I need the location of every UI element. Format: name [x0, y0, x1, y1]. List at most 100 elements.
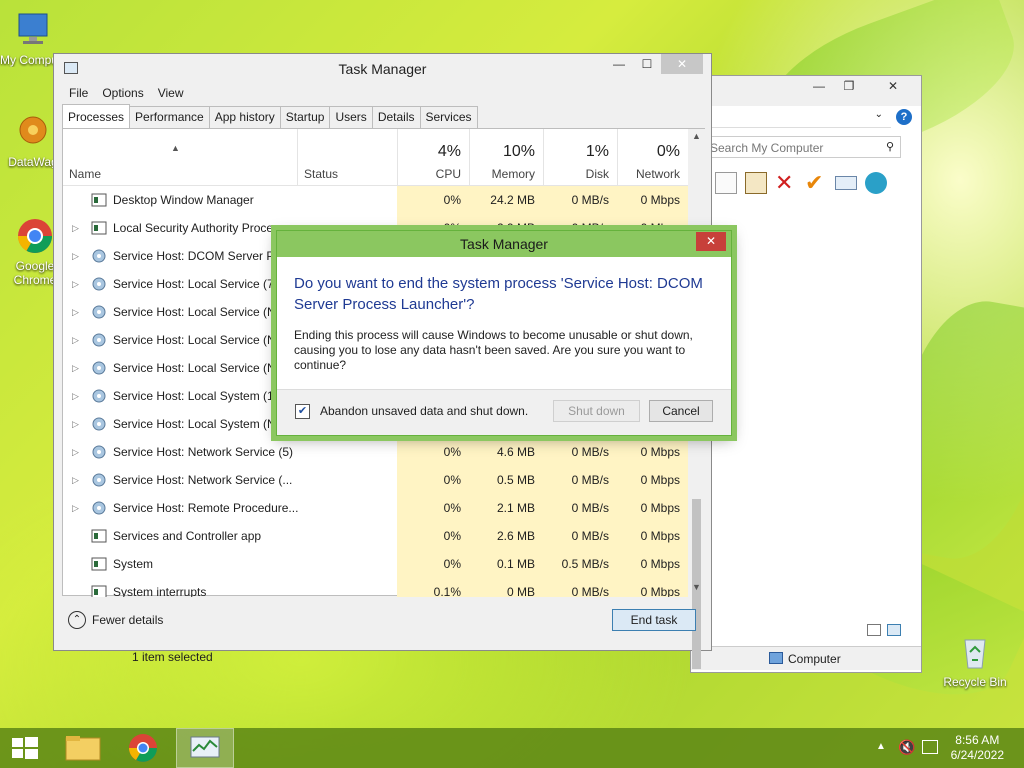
abandon-data-checkbox[interactable]: ✔	[295, 404, 310, 419]
close-icon[interactable]: ✕	[879, 76, 907, 96]
menu-options[interactable]: Options	[95, 84, 150, 104]
taskbar-chrome[interactable]	[114, 728, 172, 768]
computer-titlebar[interactable]: — ❐ ✕	[691, 76, 921, 106]
details-view-icon[interactable]	[867, 624, 881, 636]
search-icon[interactable]: ⚲	[886, 140, 894, 153]
table-row[interactable]: Services and Controller app 0% 2.6 MB 0 MB/…	[63, 522, 688, 550]
expand-arrow-icon[interactable]: ▷	[72, 354, 79, 382]
expand-arrow-icon[interactable]: ▷	[72, 270, 79, 298]
copy-icon[interactable]	[715, 172, 737, 194]
column-cpu[interactable]: 4% CPU	[397, 129, 469, 186]
network-value: 0 Mbps	[617, 466, 688, 494]
expand-arrow-icon[interactable]: ▷	[72, 494, 79, 522]
clock[interactable]: 8:56 AM 6/24/2022	[951, 733, 1004, 763]
maximize-icon[interactable]: ❐	[835, 76, 863, 96]
cpu-value: 0%	[397, 438, 469, 466]
scroll-down-icon[interactable]: ▼	[692, 582, 701, 592]
tab-performance[interactable]: Performance	[129, 106, 210, 128]
status-bar: Computer	[691, 646, 921, 670]
task-manager-icon	[190, 736, 220, 758]
tiles-view-icon[interactable]	[887, 624, 901, 636]
expand-arrow-icon[interactable]: ▷	[72, 214, 79, 242]
memory-value: 0 MB	[469, 578, 543, 597]
dialog-question: Do you want to end the system process 'S…	[294, 275, 703, 313]
help-icon[interactable]: ?	[896, 109, 912, 125]
minimize-icon[interactable]: —	[805, 76, 833, 96]
column-network[interactable]: 0% Network	[617, 129, 688, 186]
scroll-up-icon[interactable]: ▲	[692, 131, 701, 141]
show-hidden-icons[interactable]: ▲	[876, 741, 886, 752]
menu-file[interactable]: File	[62, 84, 95, 104]
memory-value: 0.1 MB	[469, 550, 543, 578]
tab-users[interactable]: Users	[329, 106, 373, 128]
tab-services[interactable]: Services	[419, 106, 478, 128]
close-icon[interactable]: ✕	[696, 232, 726, 251]
folder-icon	[65, 736, 101, 761]
process-name: Service Host: Remote Procedure...	[113, 501, 299, 515]
table-row[interactable]: ▷ Service Host: Remote Procedure... 0% 2.1 …	[63, 494, 688, 522]
expand-arrow-icon[interactable]: ▷	[72, 382, 79, 410]
maximize-icon[interactable]: ☐	[633, 54, 661, 74]
disk-value: 0 MB/s	[543, 438, 617, 466]
disk-value: 0.5 MB/s	[543, 550, 617, 578]
paste-icon[interactable]	[745, 172, 767, 194]
cpu-value: 0%	[397, 494, 469, 522]
menu-view[interactable]: View	[151, 84, 191, 104]
expand-arrow-icon[interactable]: ▷	[72, 298, 79, 326]
column-memory[interactable]: 10% Memory	[469, 129, 543, 186]
computer-small-icon	[769, 652, 783, 664]
globe-icon[interactable]	[865, 172, 887, 194]
network-value: 0 Mbps	[617, 550, 688, 578]
gear-icon	[91, 249, 107, 263]
network-icon[interactable]	[922, 740, 938, 754]
end-process-dialog[interactable]: Task Manager ✕ Do you want to end the sy…	[276, 230, 732, 436]
expand-arrow-icon[interactable]: ▷	[72, 466, 79, 494]
disk-value: 0 MB/s	[543, 466, 617, 494]
taskbar-file-explorer[interactable]	[54, 728, 112, 768]
fewer-details-button[interactable]: ⌃ Fewer details	[68, 611, 163, 629]
check-icon[interactable]: ✔	[805, 172, 827, 194]
column-name[interactable]: Name	[63, 129, 297, 186]
volume-muted-icon[interactable]: 🔇	[898, 739, 915, 756]
table-row[interactable]: System 0% 0.1 MB 0.5 MB/s 0 Mbps	[63, 550, 688, 578]
table-row[interactable]: ▷ Service Host: Network Service (... 0% 0.5…	[63, 466, 688, 494]
taskbar-task-manager[interactable]	[176, 728, 234, 768]
computer-icon	[13, 10, 53, 50]
end-task-button[interactable]: End task	[612, 609, 696, 631]
delete-icon[interactable]: ✕	[775, 172, 797, 194]
properties-icon[interactable]	[835, 176, 857, 190]
address-bar[interactable]: ⌄	[691, 106, 891, 128]
minimize-icon[interactable]: —	[605, 54, 633, 74]
dialog-titlebar[interactable]: Task Manager ✕	[277, 231, 731, 257]
table-row[interactable]: System interrupts 0.1% 0 MB 0 MB/s 0 Mbps	[63, 578, 688, 597]
desktop-icon-recycle-bin[interactable]: Recycle Bin	[942, 632, 1008, 689]
process-icon	[91, 585, 107, 597]
table-row[interactable]: Desktop Window Manager 0% 24.2 MB 0 MB/s 0 M…	[63, 186, 688, 214]
start-button[interactable]	[0, 728, 50, 768]
tab-details[interactable]: Details	[371, 106, 421, 128]
recycle-bin-icon	[955, 632, 995, 672]
expand-arrow-icon[interactable]: ▷	[72, 438, 79, 466]
column-disk[interactable]: 1% Disk	[543, 129, 617, 186]
task-manager-titlebar[interactable]: Task Manager — ☐ ✕	[54, 54, 711, 84]
cpu-value: 0%	[397, 550, 469, 578]
cancel-button[interactable]: Cancel	[649, 400, 713, 422]
cpu-value: 0.1%	[397, 578, 469, 597]
chevron-down-icon[interactable]: ⌄	[875, 109, 883, 120]
table-row[interactable]: ▷ Service Host: Network Service (5) 0% 4.6 …	[63, 438, 688, 466]
network-value: 0 Mbps	[617, 578, 688, 597]
expand-arrow-icon[interactable]: ▷	[72, 410, 79, 438]
cpu-value: 0%	[397, 466, 469, 494]
column-status[interactable]: Status	[297, 129, 397, 186]
view-icons	[867, 624, 901, 636]
gear-icon	[91, 333, 107, 347]
close-icon[interactable]: ✕	[661, 54, 703, 74]
checkbox-label[interactable]: Abandon unsaved data and shut down.	[320, 404, 528, 418]
search-input[interactable]: Search My Computer ⚲	[707, 136, 901, 158]
tab-startup[interactable]: Startup	[279, 106, 331, 128]
tab-app-history[interactable]: App history	[208, 106, 281, 128]
expand-arrow-icon[interactable]: ▷	[72, 326, 79, 354]
column-header: ▲ Name Status 4% CPU 10% Memory 1% Disk …	[63, 129, 688, 186]
expand-arrow-icon[interactable]: ▷	[72, 242, 79, 270]
tab-processes[interactable]: Processes	[62, 104, 131, 128]
